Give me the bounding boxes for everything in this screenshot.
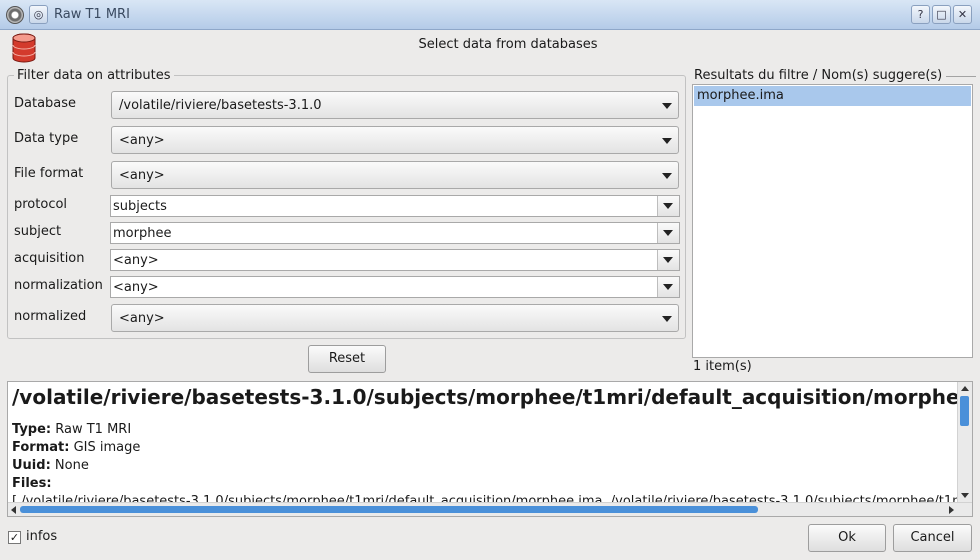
subject-label: subject xyxy=(14,224,62,239)
info-uuid-value: None xyxy=(54,458,89,473)
subject-combo[interactable] xyxy=(110,222,680,244)
chevron-down-icon xyxy=(662,316,672,322)
chevron-down-icon xyxy=(662,103,672,109)
data-type-combo[interactable]: <any> xyxy=(111,126,679,154)
database-value: /volatile/riviere/basetests-3.1.0 xyxy=(119,98,322,113)
normalization-dropdown-button[interactable] xyxy=(657,277,679,297)
acquisition-combo[interactable] xyxy=(110,249,680,271)
app-icon[interactable] xyxy=(6,6,24,24)
info-path: /volatile/riviere/basetests-3.1.0/subjec… xyxy=(12,385,973,409)
dialog-heading: Select data from databases xyxy=(418,37,598,52)
info-type-label: Type: xyxy=(12,422,52,437)
results-title: Resultats du filtre / Nom(s) suggere(s) xyxy=(694,68,943,83)
info-type-value: Raw T1 MRI xyxy=(55,422,132,437)
horizontal-scrollbar[interactable] xyxy=(8,502,972,516)
info-format-value: GIS image xyxy=(73,440,141,455)
info-panel[interactable]: /volatile/riviere/basetests-3.1.0/subjec… xyxy=(7,381,973,517)
infos-checkbox[interactable]: ✓ xyxy=(8,531,21,544)
info-uuid: Uuid: None xyxy=(12,458,89,473)
cancel-button[interactable]: Cancel xyxy=(893,524,972,552)
info-type: Type: Raw T1 MRI xyxy=(12,422,131,437)
ok-button[interactable]: Ok xyxy=(808,524,886,552)
file-format-label: File format xyxy=(14,166,84,181)
normalization-input[interactable] xyxy=(113,278,653,296)
info-format: Format: GIS image xyxy=(12,440,140,455)
data-type-value: <any> xyxy=(119,133,165,148)
results-divider xyxy=(946,76,976,77)
help-button[interactable]: ? xyxy=(911,5,930,24)
filter-group-title: Filter data on attributes xyxy=(14,68,174,83)
protocol-dropdown-button[interactable] xyxy=(657,196,679,216)
list-item[interactable]: morphee.ima xyxy=(694,86,971,106)
maximize-button[interactable]: □ xyxy=(932,5,951,24)
scroll-up-icon[interactable] xyxy=(961,386,969,391)
infos-label[interactable]: infos xyxy=(26,529,57,544)
file-format-combo[interactable]: <any> xyxy=(111,161,679,189)
chevron-down-icon xyxy=(662,173,672,179)
protocol-label: protocol xyxy=(14,197,68,212)
results-list[interactable]: morphee.ima xyxy=(692,84,973,358)
info-uuid-label: Uuid: xyxy=(12,458,51,473)
reset-button[interactable]: Reset xyxy=(308,345,386,373)
data-type-label: Data type xyxy=(14,131,79,146)
window-title: Raw T1 MRI xyxy=(54,7,130,22)
chevron-down-icon xyxy=(662,138,672,144)
horizontal-scroll-thumb[interactable] xyxy=(20,506,758,513)
acquisition-input[interactable] xyxy=(113,251,653,269)
results-count: 1 item(s) xyxy=(693,359,752,374)
normalized-value: <any> xyxy=(119,311,165,326)
vertical-scroll-thumb[interactable] xyxy=(960,396,969,426)
normalized-label: normalized xyxy=(14,309,87,324)
close-button[interactable]: ✕ xyxy=(953,5,972,24)
scroll-left-icon[interactable] xyxy=(11,506,16,514)
subject-dropdown-button[interactable] xyxy=(657,223,679,243)
vertical-scrollbar[interactable] xyxy=(957,382,972,502)
info-files-label: Files: xyxy=(12,476,52,491)
file-format-value: <any> xyxy=(119,168,165,183)
info-format-label: Format: xyxy=(12,440,70,455)
scroll-down-icon[interactable] xyxy=(961,493,969,498)
protocol-combo[interactable] xyxy=(110,195,680,217)
acquisition-dropdown-button[interactable] xyxy=(657,250,679,270)
database-combo[interactable]: /volatile/riviere/basetests-3.1.0 xyxy=(111,91,679,119)
normalization-combo[interactable] xyxy=(110,276,680,298)
normalization-label: normalization xyxy=(14,278,103,293)
window-menu-icon[interactable]: ◎ xyxy=(29,5,48,24)
acquisition-label: acquisition xyxy=(14,251,85,266)
protocol-input[interactable] xyxy=(113,197,653,215)
database-label: Database xyxy=(14,96,77,111)
title-bar: ◎ Raw T1 MRI ? □ ✕ xyxy=(0,0,980,30)
normalized-combo[interactable]: <any> xyxy=(111,304,679,332)
scroll-right-icon[interactable] xyxy=(949,506,954,514)
info-files: Files: xyxy=(12,476,52,491)
subject-input[interactable] xyxy=(113,224,653,242)
